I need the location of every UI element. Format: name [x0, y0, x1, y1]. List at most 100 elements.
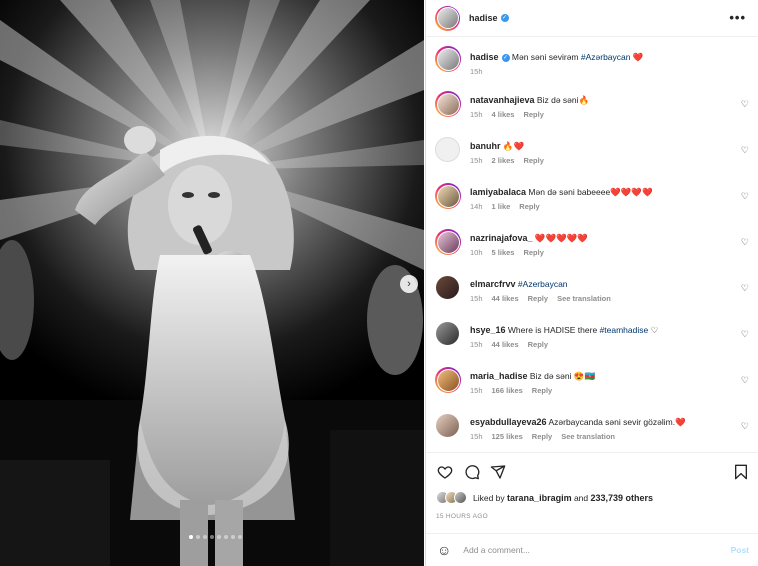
like-comment-icon[interactable]: ♡: [741, 237, 749, 248]
like-comment-icon[interactable]: ♡: [741, 283, 749, 294]
avatar[interactable]: [436, 92, 460, 116]
comment-likes[interactable]: 125 likes: [492, 432, 523, 441]
avatar[interactable]: [435, 275, 460, 300]
comment-time[interactable]: 15h: [470, 156, 483, 165]
comment-time[interactable]: 15h: [470, 432, 483, 441]
carousel-dot: [203, 535, 207, 539]
comment-username[interactable]: nazrinajafova_: [470, 233, 533, 243]
likes-summary: Liked by tarana_ibragim and 233,739 othe…: [436, 491, 653, 504]
comment-emoji: ❤️: [675, 417, 686, 427]
caption-text: Mən səni sevirəm: [511, 52, 579, 62]
likes-prefix: Liked by: [473, 492, 505, 503]
comment-likes[interactable]: 2 likes: [492, 156, 515, 165]
comment-emoji: ❤️❤️❤️❤️❤️: [534, 233, 588, 243]
carousel-dots: [189, 535, 242, 539]
see-translation-link[interactable]: See translation: [561, 432, 615, 441]
hashtag-link[interactable]: #teamhadise: [600, 325, 649, 335]
heart-icon[interactable]: [437, 464, 453, 480]
comment-item: esyabdullayeva26 Azərbaycanda səni sevir…: [435, 413, 750, 441]
comment-username[interactable]: elmarcfrvv: [470, 279, 516, 289]
like-comment-icon[interactable]: ♡: [741, 421, 749, 432]
author-avatar-ring[interactable]: [435, 5, 460, 31]
avatar[interactable]: [436, 368, 460, 392]
post-sidebar: hadise ✓ ••• hadise ✓ Mən səni sevirəm #A…: [425, 0, 758, 566]
comment-username[interactable]: hsye_16: [470, 325, 506, 335]
post-timestamp[interactable]: 15 HOURS AGO: [436, 513, 488, 520]
verified-icon: ✓: [501, 53, 510, 62]
comment-icon[interactable]: [464, 464, 480, 480]
share-icon[interactable]: [490, 464, 506, 480]
reply-button[interactable]: Reply: [528, 340, 548, 349]
carousel-dot: [224, 535, 228, 539]
chevron-right-icon: ›: [407, 278, 411, 290]
comment-likes[interactable]: 166 likes: [492, 386, 523, 395]
comment-likes[interactable]: 4 likes: [492, 110, 515, 119]
caption: hadise ✓ Mən səni sevirəm #Azərbaycan ❤️ …: [435, 46, 750, 76]
comment-item: lamiyabalaca Mən də səni babeeee❤️❤️❤️❤️…: [435, 183, 750, 211]
comment-input[interactable]: [463, 545, 714, 555]
reply-button[interactable]: Reply: [523, 110, 543, 119]
comment-likes[interactable]: 44 likes: [492, 340, 519, 349]
author-username[interactable]: hadise: [469, 13, 498, 23]
reply-button[interactable]: Reply: [523, 248, 543, 257]
comment-time[interactable]: 15h: [470, 294, 483, 303]
comment-username[interactable]: banuhr: [470, 141, 501, 151]
avatar[interactable]: [435, 413, 460, 438]
comment-likes[interactable]: 44 likes: [492, 294, 519, 303]
comment-time[interactable]: 14h: [470, 202, 483, 211]
liker-avatars: [436, 491, 467, 504]
next-slide-button[interactable]: ›: [400, 275, 418, 293]
post-media[interactable]: ›: [0, 0, 424, 566]
heart-emoji: ❤️: [632, 52, 644, 62]
liker-username[interactable]: tarana_ibragim: [507, 493, 572, 503]
comment-username[interactable]: lamiyabalaca: [470, 187, 526, 197]
avatar[interactable]: [435, 137, 460, 162]
reply-button[interactable]: Reply: [519, 202, 539, 211]
comment-username[interactable]: hadise: [470, 52, 499, 62]
comment-text: Biz də səni: [536, 95, 579, 105]
reply-button[interactable]: Reply: [532, 386, 552, 395]
comment-emoji: 😍🇦🇿: [573, 371, 596, 381]
comment-time[interactable]: 15h: [470, 386, 483, 395]
avatar[interactable]: [435, 321, 460, 346]
like-comment-icon[interactable]: ♡: [741, 191, 749, 202]
comment-username[interactable]: natavanhajieva: [470, 95, 535, 105]
hashtag-link[interactable]: #Azerbaycan: [518, 279, 568, 289]
emoji-icon[interactable]: ☺: [437, 542, 451, 558]
carousel-dot: [196, 535, 200, 539]
avatar[interactable]: [436, 47, 460, 71]
reply-button[interactable]: Reply: [528, 294, 548, 303]
reply-button[interactable]: Reply: [523, 156, 543, 165]
comment-username[interactable]: esyabdullayeva26: [470, 417, 547, 427]
comment-item: natavanhajieva Biz də səni🔥 15h 4 likes Re…: [435, 91, 750, 119]
reply-button[interactable]: Reply: [532, 432, 552, 441]
carousel-dot: [238, 535, 242, 539]
action-bar: [426, 452, 758, 490]
comment-likes[interactable]: 5 likes: [492, 248, 515, 257]
comment-item: nazrinajafova_ ❤️❤️❤️❤️❤️ 10h 5 likes Repl…: [435, 229, 750, 257]
likes-count[interactable]: 233,739 others: [591, 493, 654, 503]
comment-emoji: 🔥❤️: [502, 141, 525, 151]
comment-time[interactable]: 15h: [470, 340, 483, 349]
like-comment-icon[interactable]: ♡: [741, 145, 749, 156]
comments-list[interactable]: hadise ✓ Mən səni sevirəm #Azərbaycan ❤️ …: [426, 37, 758, 452]
post-comment-button[interactable]: Post: [731, 545, 749, 555]
see-translation-link[interactable]: See translation: [557, 294, 611, 303]
like-comment-icon[interactable]: ♡: [741, 375, 749, 386]
comment-text: Mən də səni babeeee: [528, 187, 611, 197]
comment-username[interactable]: maria_hadise: [470, 371, 528, 381]
comment-time[interactable]: 10h: [470, 248, 483, 257]
comment-time[interactable]: 15h: [470, 110, 483, 119]
like-comment-icon[interactable]: ♡: [741, 99, 749, 110]
hashtag-link[interactable]: #Azərbaycan: [581, 52, 631, 62]
comment-emoji: ♡: [650, 325, 659, 335]
concert-photo: [0, 0, 424, 566]
avatar[interactable]: [436, 184, 460, 208]
bookmark-icon[interactable]: [733, 464, 749, 480]
comment-likes[interactable]: 1 like: [492, 202, 511, 211]
carousel-dot: [189, 535, 193, 539]
comment-time[interactable]: 15h: [470, 67, 483, 76]
like-comment-icon[interactable]: ♡: [741, 329, 749, 340]
avatar[interactable]: [436, 230, 460, 254]
more-options-icon[interactable]: •••: [729, 10, 746, 25]
